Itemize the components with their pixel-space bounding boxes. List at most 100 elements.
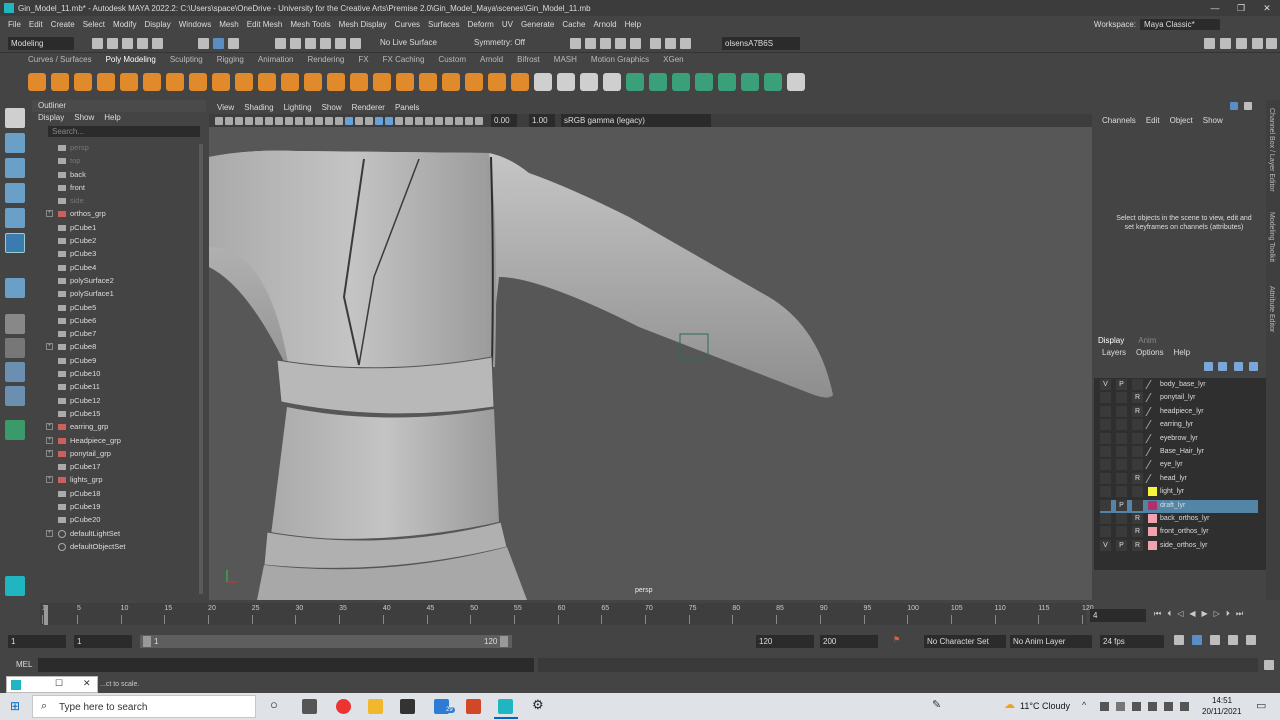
layer-reference-toggle[interactable] <box>1132 459 1143 471</box>
shelf-tab-animation[interactable]: Animation <box>258 55 294 67</box>
volume-icon[interactable] <box>1164 702 1173 711</box>
play-back-icon[interactable]: ◀ <box>1189 609 1195 619</box>
isolate-select-icon[interactable] <box>435 116 443 125</box>
layer-color-swatch[interactable] <box>1148 540 1157 550</box>
layer-playback-toggle[interactable]: P <box>1116 539 1127 551</box>
channel-box-menu-channels[interactable]: Channels <box>1102 116 1136 125</box>
tray-app-icon[interactable] <box>1100 702 1109 711</box>
outliner-menu-show[interactable]: Show <box>74 112 94 124</box>
snap-point-icon[interactable] <box>305 38 316 49</box>
layer-row[interactable]: V P Rside_orthos_lyr <box>1100 539 1258 553</box>
layer-row[interactable]: Rheadpiece_lyr <box>1100 405 1258 419</box>
layer-visibility-toggle[interactable] <box>1100 405 1111 417</box>
shelf-auto-uv-icon[interactable] <box>649 73 667 91</box>
layer-reference-toggle[interactable] <box>1132 419 1143 431</box>
outliner-menu-help[interactable]: Help <box>104 112 120 124</box>
current-frame-field[interactable]: 4 <box>1090 609 1146 622</box>
expand-icon[interactable]: + <box>46 449 53 457</box>
command-input[interactable] <box>38 658 534 672</box>
outliner-layout-icon[interactable] <box>5 386 25 406</box>
layer-reference-toggle[interactable] <box>1132 432 1143 444</box>
help-menu[interactable]: Help <box>1174 348 1190 357</box>
layer-color-swatch[interactable] <box>1145 447 1152 456</box>
scale-tool-icon[interactable] <box>5 233 25 253</box>
shelf-cone-icon[interactable] <box>97 73 115 91</box>
ipr-render-icon[interactable] <box>615 38 626 49</box>
outliner-item[interactable]: pCube9 <box>32 354 206 367</box>
layer-visibility-toggle[interactable] <box>1100 419 1111 431</box>
layer-reference-toggle[interactable]: R <box>1132 526 1143 538</box>
character-set-dropdown[interactable]: No Character Set <box>924 635 1006 648</box>
outliner-item[interactable]: + pCube8 <box>32 340 206 353</box>
layer-row[interactable]: earring_lyr <box>1100 419 1258 432</box>
menu-edit-mesh[interactable]: Edit Mesh <box>247 20 283 29</box>
outliner-item[interactable]: pCube19 <box>32 500 206 513</box>
shelf-text-icon[interactable] <box>235 73 253 91</box>
rotate-tool-icon[interactable] <box>5 208 25 228</box>
shelf-platonic-icon[interactable] <box>189 73 207 91</box>
shelf-tab-rigging[interactable]: Rigging <box>217 55 244 67</box>
store-icon[interactable] <box>400 699 415 714</box>
weather-icon[interactable]: ☁ <box>1004 698 1015 711</box>
tab-anim[interactable]: Anim <box>1138 336 1156 345</box>
outliner-item[interactable]: + orthos_grp <box>32 207 206 220</box>
viewport-canvas[interactable]: persp <box>209 127 1092 600</box>
powerpoint-icon[interactable] <box>466 699 481 714</box>
snap-view-icon[interactable] <box>320 38 331 49</box>
step-forward-key-icon[interactable]: ⏵ <box>1226 609 1230 619</box>
character-icon[interactable] <box>1246 635 1256 645</box>
layer-color-swatch[interactable] <box>1148 487 1157 497</box>
safe-title-icon[interactable] <box>335 116 343 125</box>
shelf-tab-fx-caching[interactable]: FX Caching <box>383 55 425 67</box>
start-time-field[interactable]: 1 <box>8 635 66 648</box>
menu-edit[interactable]: Edit <box>29 20 43 29</box>
smooth-shade-icon[interactable] <box>355 116 363 125</box>
minimize-button[interactable]: — <box>1202 0 1228 16</box>
gamma-field[interactable]: 1.00 <box>529 114 555 127</box>
resolution-gate-icon[interactable] <box>295 116 303 125</box>
shelf-quad-draw-icon[interactable] <box>603 73 621 91</box>
shelf-fill-hole-icon[interactable] <box>465 73 483 91</box>
layer-reference-toggle[interactable]: R <box>1132 392 1143 404</box>
use-all-lights-icon[interactable] <box>385 116 393 125</box>
snap-live-icon[interactable] <box>350 38 361 49</box>
shadows-icon[interactable] <box>395 116 403 125</box>
move-tool-icon[interactable] <box>5 183 25 203</box>
layer-row[interactable]: Rfront_orthos_lyr <box>1100 526 1258 539</box>
outliner-item[interactable]: defaultObjectSet <box>32 540 206 553</box>
menu-mesh-display[interactable]: Mesh Display <box>339 20 387 29</box>
shelf-target-weld-icon[interactable] <box>511 73 529 91</box>
camera-attributes-icon[interactable] <box>225 116 233 125</box>
shelf-tab-custom[interactable]: Custom <box>438 55 466 67</box>
select-object-icon[interactable] <box>213 38 224 49</box>
expand-icon[interactable]: + <box>46 210 53 218</box>
motion-blur-icon[interactable] <box>415 116 423 125</box>
tab-display[interactable]: Display <box>1098 336 1124 345</box>
outliner-item[interactable]: + defaultLightSet <box>32 527 206 540</box>
layer-row[interactable]: eye_lyr <box>1100 459 1258 472</box>
outliner-item[interactable]: pCube18 <box>32 487 206 500</box>
layer-row[interactable]: Rback_orthos_lyr <box>1100 513 1258 526</box>
shelf-tab-motion-graphics[interactable]: Motion Graphics <box>591 55 649 67</box>
shelf-superellipse-icon[interactable] <box>212 73 230 91</box>
outliner-toggle-icon[interactable] <box>1266 38 1277 49</box>
layer-reference-toggle[interactable] <box>1132 379 1143 390</box>
shelf-connect-icon[interactable] <box>534 73 552 91</box>
snap-surface-icon[interactable] <box>335 38 346 49</box>
mode-dropdown[interactable]: Modeling <box>8 37 74 50</box>
hypershade-icon[interactable] <box>650 38 661 49</box>
shelf-mirror-icon[interactable] <box>373 73 391 91</box>
shelf-unfold-icon[interactable] <box>695 73 713 91</box>
layer-playback-toggle[interactable]: P <box>1116 499 1127 511</box>
layer-reference-toggle[interactable]: R <box>1132 539 1143 551</box>
layer-visibility-toggle[interactable] <box>1100 472 1111 484</box>
clock-time[interactable]: 14:51 <box>1212 696 1232 705</box>
range-end-handle[interactable] <box>500 636 508 647</box>
close-preview-icon[interactable]: ✕ <box>83 678 91 689</box>
side-tab-channel-box[interactable]: Channel Box / Layer Editor <box>1268 108 1275 192</box>
layer-row[interactable]: eyebrow_lyr <box>1100 432 1258 446</box>
shelf-sew-uv-icon[interactable] <box>764 73 782 91</box>
shelf-cut-uv-icon[interactable] <box>741 73 759 91</box>
layer-visibility-toggle[interactable] <box>1100 486 1111 498</box>
live-surface-label[interactable]: No Live Surface <box>380 38 437 47</box>
